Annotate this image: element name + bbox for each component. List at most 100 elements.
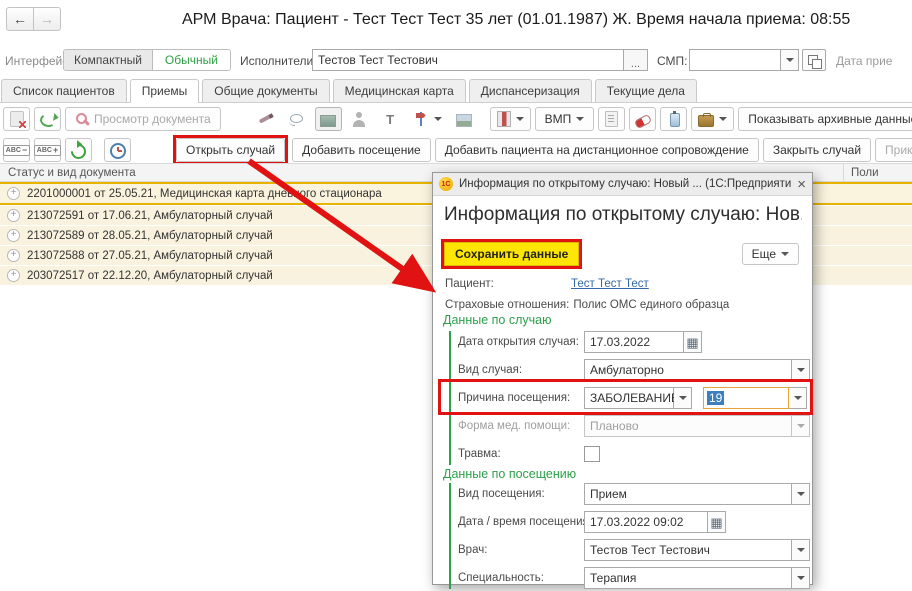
executors-more-button[interactable]: ...	[624, 49, 648, 71]
visit-type-dropdown-button[interactable]	[792, 483, 810, 505]
calendar-icon: ▦	[710, 516, 722, 529]
open-date-input[interactable]: 17.03.2022	[584, 331, 684, 353]
tab-current-tasks[interactable]: Текущие дела	[595, 79, 697, 102]
visit-reason-code-dropdown-button[interactable]	[789, 387, 807, 409]
open-case-button[interactable]: Открыть случай	[176, 138, 285, 162]
trauma-checkbox[interactable]	[584, 446, 600, 462]
visit-reason-combo[interactable]: ЗАБОЛЕВАНИЕ	[584, 387, 674, 409]
tab-label: Текущие дела	[607, 84, 685, 98]
visit-type-combo[interactable]: Прием	[584, 483, 792, 505]
visit-datetime-input[interactable]: 17.03.2022 09:02	[584, 511, 708, 533]
care-form-dropdown-button	[792, 415, 810, 437]
route-tool-button[interactable]	[408, 107, 447, 131]
lasso-tool-button[interactable]	[284, 107, 311, 131]
trauma-row: Травма:	[458, 443, 810, 465]
image-tool-button[interactable]	[451, 107, 478, 131]
visit-reason-dropdown-button[interactable]	[674, 387, 692, 409]
vmp-button[interactable]: ВМП	[535, 107, 595, 131]
timeline-button[interactable]	[104, 138, 131, 162]
visit-reason-fieldwrap: ЗАБОЛЕВАНИЕ	[584, 387, 692, 409]
patient-link[interactable]: Тест Тест Тест	[571, 278, 649, 290]
case-type-label: Вид случая:	[458, 364, 584, 376]
refresh-button[interactable]	[65, 138, 92, 162]
case-type-dropdown-button[interactable]	[792, 359, 810, 381]
recipe-document-button[interactable]	[598, 107, 625, 131]
more-menu-button[interactable]: Еще	[742, 243, 799, 265]
smp-open-window-button[interactable]	[802, 49, 826, 71]
attach-button[interactable]: Прикрепить М	[875, 138, 912, 162]
chevron-down-icon	[434, 117, 442, 121]
add-visit-button[interactable]: Добавить посещение	[292, 138, 431, 162]
case-type-combo[interactable]: Амбулаторно	[584, 359, 792, 381]
bottle-icon	[670, 113, 680, 127]
patient-tool-button[interactable]	[346, 107, 373, 131]
open-date-label: Дата открытия случая:	[458, 336, 584, 348]
show-archive-button[interactable]: Показывать архивные данные	[738, 107, 912, 131]
doctor-dropdown-button[interactable]	[792, 539, 810, 561]
expand-row-icon[interactable]: +	[7, 249, 20, 262]
app-window: ← → АРМ Врача: Пациент - Тест Тест Тест …	[0, 0, 912, 591]
tab-common-documents[interactable]: Общие документы	[202, 79, 329, 102]
tab-patient-list[interactable]: Список пациентов	[1, 79, 127, 102]
dialog-titlebar[interactable]: 1С Информация по открытому случаю: Новый…	[433, 173, 812, 196]
executors-input[interactable]: Тестов Тест Тестович	[312, 49, 624, 71]
back-icon: ←	[13, 11, 27, 27]
column-policy-header[interactable]: Поли	[851, 167, 879, 179]
interface-compact-button[interactable]: Компактный	[64, 50, 153, 70]
vaccine-button[interactable]	[660, 107, 687, 131]
view-document-label: Просмотр документа	[94, 112, 211, 126]
specialty-combo[interactable]: Терапия	[584, 567, 792, 589]
specialty-dropdown-button[interactable]	[792, 567, 810, 589]
folder-tool-button[interactable]	[315, 107, 342, 131]
expand-row-icon[interactable]: +	[7, 229, 20, 242]
insurance-label: Страховые отношения:	[445, 299, 569, 311]
forward-button[interactable]: →	[34, 7, 61, 31]
column-status-header[interactable]: Статус и вид документа	[8, 167, 136, 179]
medication-button[interactable]	[629, 107, 656, 131]
exit-room-button[interactable]	[490, 107, 531, 131]
abc-plus-icon: ABC+	[34, 145, 61, 156]
add-remote-monitoring-button[interactable]: Добавить пациента на дистанционное сопро…	[435, 138, 759, 162]
visit-section-fields: Вид посещения: Прием Дата / время посеще…	[449, 483, 810, 589]
view-document-button[interactable]: Просмотр документа	[65, 107, 221, 131]
visit-datetime-calendar-button[interactable]: ▦	[708, 511, 726, 533]
executors-fieldwrap: Тестов Тест Тестович ...	[312, 49, 648, 71]
add-visit-label: Добавить посещение	[302, 143, 421, 157]
smp-input[interactable]	[689, 49, 781, 71]
close-case-button[interactable]: Закрыть случай	[763, 138, 871, 162]
text-tool-button[interactable]: T	[377, 107, 404, 131]
tab-medical-card[interactable]: Медицинская карта	[333, 79, 466, 102]
open-date-calendar-button[interactable]: ▦	[684, 331, 702, 353]
abc-plus-button[interactable]: ABC+	[34, 138, 61, 162]
resend-button[interactable]	[34, 107, 61, 131]
visit-datetime-fieldwrap: 17.03.2022 09:02 ▦	[584, 511, 726, 533]
briefcase-menu-button[interactable]	[691, 107, 734, 131]
folder-icon	[320, 115, 336, 127]
patient-row: Пациент: Тест Тест Тест	[445, 274, 649, 294]
expand-row-icon[interactable]: +	[7, 269, 20, 282]
tab-receptions[interactable]: Приемы	[130, 79, 200, 103]
visit-reason-code-input[interactable]: 19	[703, 387, 789, 409]
insurance-row: Страховые отношения: Полис ОМС единого о…	[445, 295, 729, 315]
delete-document-button[interactable]	[3, 107, 30, 131]
visit-reason-code-fieldwrap: 19	[703, 387, 807, 409]
interface-bar: Интерфейс: Компактный Обычный Исполнител…	[0, 47, 912, 75]
marker-tool-button[interactable]	[253, 107, 280, 131]
expand-row-icon[interactable]: +	[7, 187, 20, 200]
back-button[interactable]: ←	[6, 7, 34, 31]
tab-dispensary[interactable]: Диспансеризация	[469, 79, 592, 102]
save-annotation-box: Сохранить данные	[441, 239, 582, 269]
visit-reason-row: Причина посещения: ЗАБОЛЕВАНИЕ 19	[458, 387, 810, 409]
close-icon[interactable]: ×	[797, 177, 806, 192]
expand-row-icon[interactable]: +	[7, 209, 20, 222]
doctor-combo[interactable]: Тестов Тест Тестович	[584, 539, 792, 561]
smp-label: СМП:	[657, 54, 688, 68]
save-data-button[interactable]: Сохранить данные	[444, 242, 579, 266]
row-text: 2201000001 от 25.05.21, Медицинская карт…	[27, 188, 382, 200]
smp-dropdown-button[interactable]	[781, 49, 799, 71]
abc-text: ABC	[37, 147, 52, 154]
open-date-fieldwrap: 17.03.2022 ▦	[584, 331, 702, 353]
interface-normal-button[interactable]: Обычный	[153, 50, 230, 70]
abc-minus-button[interactable]: ABC−	[3, 138, 30, 162]
row-text: 213072591 от 17.06.21, Амбулаторный случ…	[27, 210, 273, 222]
